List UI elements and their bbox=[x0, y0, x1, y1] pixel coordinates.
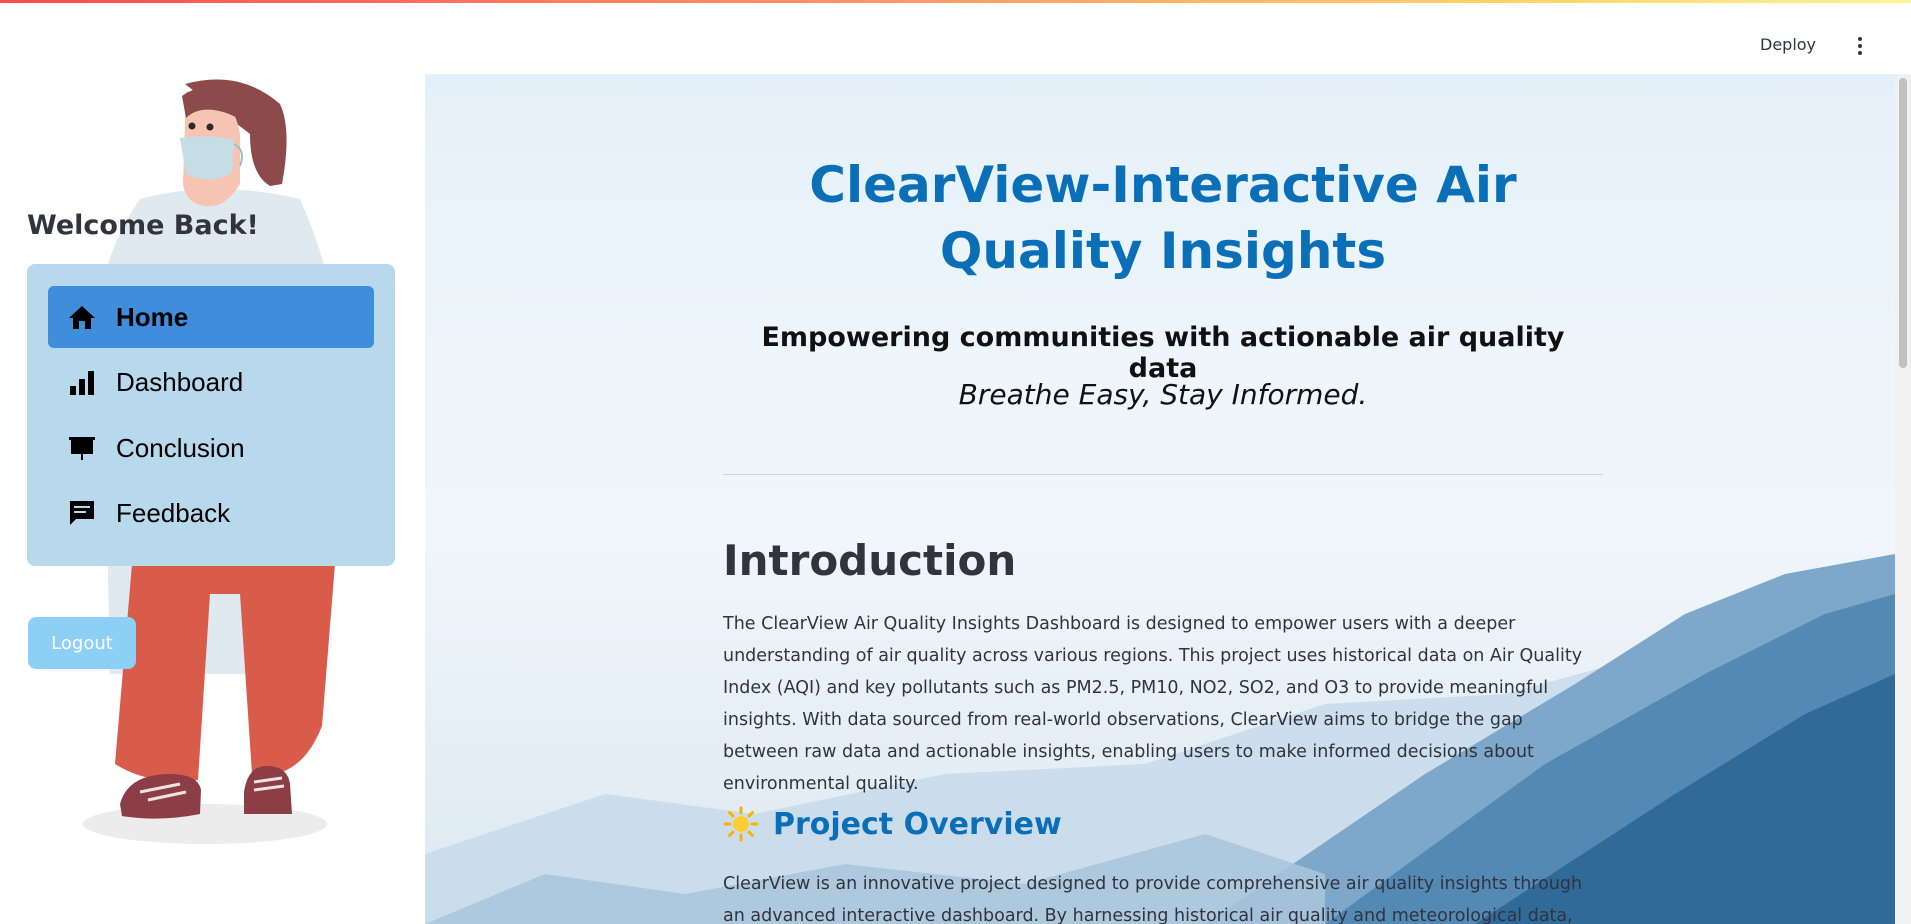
page-subtitle: Empowering communities with actionable a… bbox=[761, 322, 1565, 384]
home-icon bbox=[67, 302, 97, 332]
sidebar: Welcome Back! Home Dashboard Conclusion … bbox=[0, 74, 425, 924]
sidebar-nav: Home Dashboard Conclusion Feedback bbox=[27, 264, 395, 566]
sidebar-item-conclusion[interactable]: Conclusion bbox=[48, 417, 374, 479]
sun-icon bbox=[723, 806, 759, 842]
project-overview-label: Project Overview bbox=[773, 806, 1062, 842]
sidebar-item-label: Home bbox=[116, 301, 189, 332]
welcome-heading: Welcome Back! bbox=[27, 210, 259, 241]
sidebar-item-label: Conclusion bbox=[116, 432, 245, 463]
introduction-text: The ClearView Air Quality Insights Dashb… bbox=[723, 614, 1583, 794]
sidebar-item-label: Dashboard bbox=[116, 366, 244, 397]
scrollbar-thumb[interactable] bbox=[1899, 78, 1907, 368]
project-overview-heading: Project Overview bbox=[723, 803, 1062, 845]
presentation-icon bbox=[67, 433, 97, 463]
main-content: ClearView-Interactive Air Quality Insigh… bbox=[425, 74, 1895, 924]
deploy-button[interactable]: Deploy bbox=[1760, 34, 1816, 56]
sidebar-item-dashboard[interactable]: Dashboard bbox=[48, 351, 374, 413]
logout-button[interactable]: Logout bbox=[28, 617, 136, 669]
sidebar-item-feedback[interactable]: Feedback bbox=[48, 482, 374, 544]
introduction-heading: Introduction bbox=[723, 536, 1017, 585]
vertical-ellipsis-icon[interactable] bbox=[1848, 34, 1872, 58]
sidebar-item-home[interactable]: Home bbox=[48, 286, 374, 348]
project-overview-text: ClearView is an innovative project desig… bbox=[723, 874, 1583, 924]
page-title: ClearView-Interactive Air Quality Insigh… bbox=[809, 156, 1517, 280]
divider bbox=[723, 474, 1603, 475]
chat-icon bbox=[67, 498, 97, 528]
app-header: Deploy bbox=[0, 0, 1911, 74]
page-tagline: Breathe Easy, Stay Informed. bbox=[958, 378, 1368, 411]
sidebar-item-label: Feedback bbox=[116, 497, 231, 528]
bar-chart-icon bbox=[67, 367, 97, 397]
